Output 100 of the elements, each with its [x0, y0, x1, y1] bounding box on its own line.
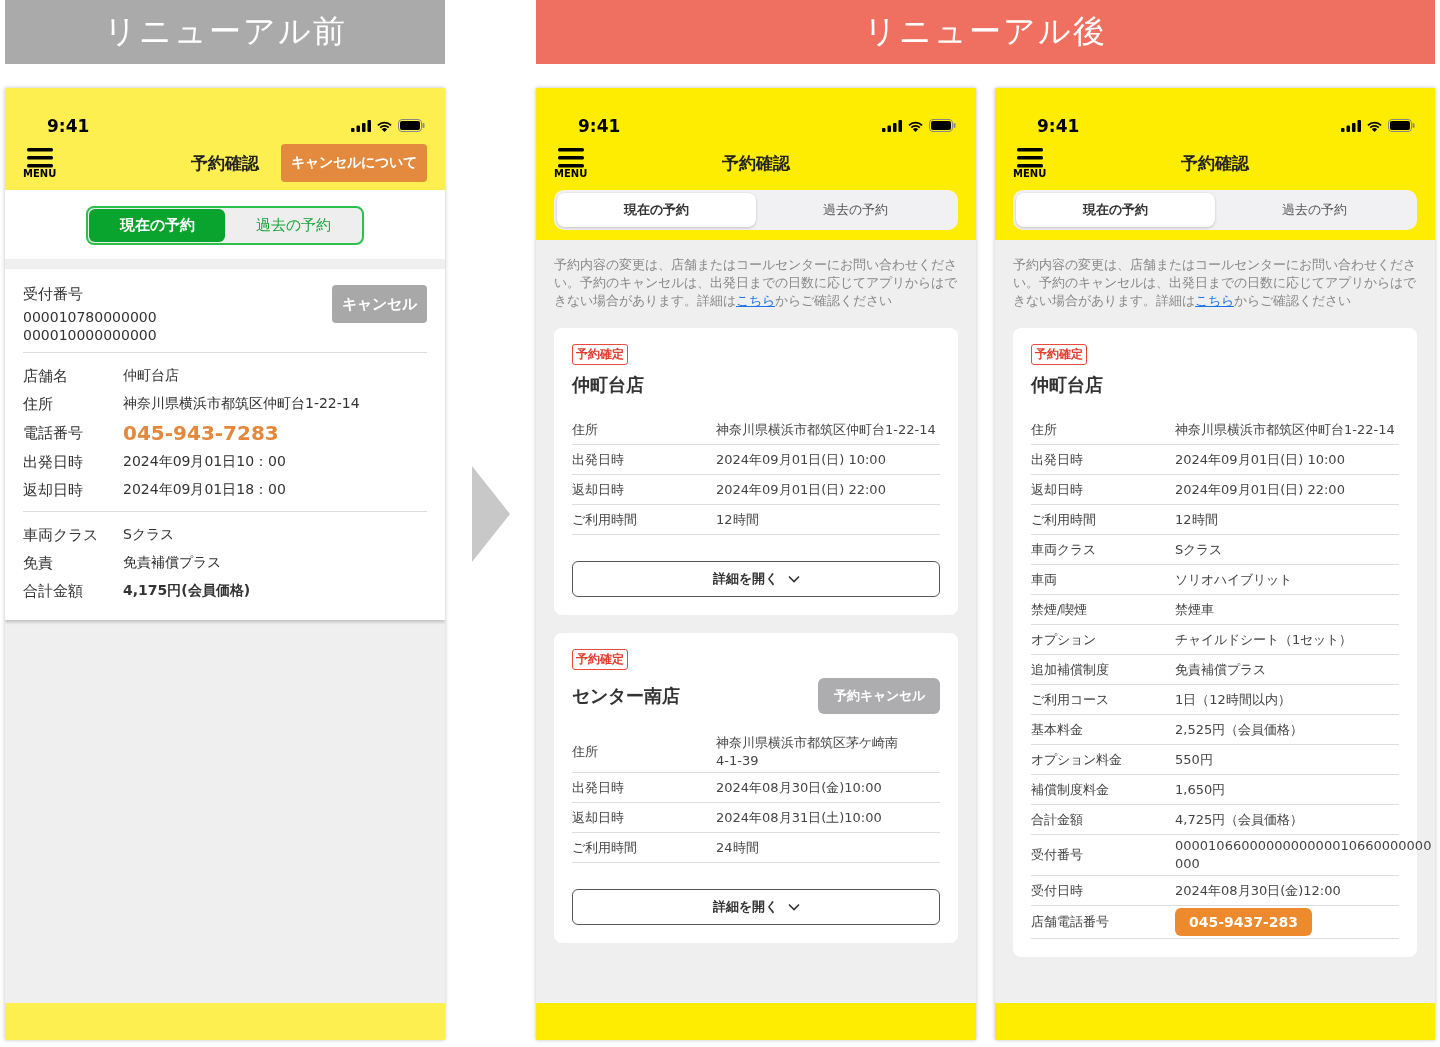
field-label: ご利用時間 — [1031, 510, 1097, 529]
field-value: 禁煙車 — [1175, 600, 1214, 619]
field-value: 神奈川県横浜市都筑区茅ケ崎南 4-1-39 — [716, 734, 898, 770]
field-label: 受付日時 — [1031, 881, 1084, 900]
field-value: 免責補償プラス — [123, 554, 221, 572]
details-link[interactable]: こちら — [1195, 293, 1234, 308]
menu-button[interactable]: MENU — [1013, 147, 1047, 179]
status-tag: 予約確定 — [572, 344, 628, 365]
receipt-number: 000010000000000 — [23, 326, 157, 344]
battery-icon — [929, 119, 956, 132]
field-value: 2024年09月01日(日) 22:00 — [1175, 480, 1345, 499]
expand-button[interactable]: 詳細を開く — [572, 561, 940, 597]
field-label: 出発日時 — [572, 778, 625, 797]
field-label: 免責 — [23, 553, 54, 573]
field-value: 神奈川県横浜市都筑区仲町台1-22-14 — [123, 395, 360, 413]
menu-button[interactable]: MENU — [554, 147, 588, 179]
field-label: 店舗電話番号 — [1031, 913, 1110, 931]
menu-icon — [26, 147, 53, 168]
field-label: 合計金額 — [23, 581, 84, 601]
field-label: 車両クラス — [1031, 540, 1097, 559]
battery-icon — [398, 119, 425, 132]
wifi-icon — [1366, 119, 1383, 132]
field-label: 電話番号 — [23, 423, 84, 443]
field-label: 補償制度料金 — [1031, 780, 1110, 799]
page-title: 予約確認 — [1181, 151, 1249, 175]
field-label: 受付番号 — [1031, 846, 1084, 864]
field-value: 2024年09月01日(日) 10:00 — [1175, 450, 1345, 469]
store-name: センター南店 — [572, 684, 680, 708]
expand-button[interactable]: 詳細を開く — [572, 889, 940, 925]
field-value: Sクラス — [123, 526, 174, 544]
field-value: 神奈川県横浜市都筑区仲町台1-22-14 — [1175, 420, 1395, 439]
status-tag: 予約確定 — [572, 649, 628, 670]
field-value: 2024年08月31日(土)10:00 — [716, 808, 882, 827]
field-value: 12時間 — [1175, 510, 1218, 529]
store-name: 仲町台店 — [1031, 373, 1103, 397]
status-time: 9:41 — [47, 116, 90, 136]
field-label: 基本料金 — [1031, 720, 1084, 739]
section-banner: リニューアル後 — [536, 0, 1435, 64]
receipt-number: 000010780000000 — [23, 308, 157, 326]
field-label: 出発日時 — [1031, 450, 1084, 469]
field-label: ご利用時間 — [572, 510, 638, 529]
menu-icon — [557, 147, 584, 168]
field-value: 4,175円(会員価格) — [123, 582, 251, 600]
field-label: 車両クラス — [23, 525, 99, 545]
field-label: 禁煙/喫煙 — [1031, 600, 1089, 619]
tab[interactable]: 過去の予約 — [756, 193, 955, 227]
field-label: 返却日時 — [1031, 480, 1084, 499]
page-title: 予約確認 — [191, 151, 259, 175]
field-label: 住所 — [572, 743, 599, 761]
chevron-down-icon — [787, 903, 800, 911]
field-label: 合計金額 — [1031, 810, 1084, 829]
tab[interactable]: 現在の予約 — [557, 193, 756, 227]
field-value: ソリオハイブリット — [1175, 570, 1292, 589]
field-value: 4,725円（会員価格） — [1175, 810, 1304, 829]
field-value: 2024年09月01日10：00 — [123, 453, 286, 471]
field-value: 2,525円（会員価格） — [1175, 720, 1304, 739]
field-label: 住所 — [572, 420, 599, 439]
field-label: 返却日時 — [23, 480, 84, 500]
field-value: 550円 — [1175, 750, 1213, 769]
field-value: 1日（12時間以内） — [1175, 690, 1291, 709]
tab[interactable]: 過去の予約 — [1215, 193, 1414, 227]
field-value: Sクラス — [1175, 540, 1223, 559]
page-title: 予約確認 — [722, 151, 790, 175]
status-time: 9:41 — [1037, 116, 1080, 136]
signal-icon — [1341, 119, 1361, 132]
field-label: ご利用時間 — [572, 838, 638, 857]
field-label: 住所 — [1031, 420, 1058, 439]
field-label: ご利用コース — [1031, 690, 1110, 709]
signal-icon — [882, 119, 902, 132]
field-value: 2024年08月30日(金)10:00 — [716, 778, 882, 797]
menu-button[interactable]: MENU — [23, 147, 57, 179]
tab[interactable]: 現在の予約 — [1016, 193, 1215, 227]
field-value: 2024年09月01日(日) 22:00 — [716, 480, 886, 499]
notice-text: 予約内容の変更は、店舗またはコールセンターにお問い合わせください。予約のキャンセルは、出発日までの日数に応じてアプリからはできない場合があります。詳細はこちらからご確認ください — [554, 256, 958, 310]
field-label: 住所 — [23, 394, 54, 414]
details-link[interactable]: こちら — [736, 293, 775, 308]
field-value: 2024年09月01日(日) 10:00 — [716, 450, 886, 469]
field-label: オプション — [1031, 630, 1097, 649]
field-label: 返却日時 — [572, 808, 625, 827]
receipt-label: 受付番号 — [23, 285, 84, 304]
field-value: チャイルドシート（1セット） — [1175, 630, 1353, 649]
status-time: 9:41 — [578, 116, 621, 136]
store-name: 仲町台店 — [572, 373, 644, 397]
notice-text: 予約内容の変更は、店舗またはコールセンターにお問い合わせください。予約のキャンセルは、出発日までの日数に応じてアプリからはできない場合があります。詳細はこちらからご確認ください — [1013, 256, 1417, 310]
field-value: 0000106600000000000010660000000 000 — [1175, 837, 1432, 873]
wifi-icon — [376, 119, 393, 132]
field-value: 神奈川県横浜市都筑区仲町台1-22-14 — [716, 420, 936, 439]
field-value: 1,650円 — [1175, 780, 1226, 799]
field-value: 2024年08月30日(金)12:00 — [1175, 881, 1341, 900]
field-value: 免責補償プラス — [1175, 660, 1266, 679]
menu-icon — [1016, 147, 1043, 168]
status-tag: 予約確定 — [1031, 344, 1087, 365]
field-value: 12時間 — [716, 510, 759, 529]
field-value: 仲町台店 — [123, 367, 179, 385]
chevron-down-icon — [787, 575, 800, 583]
field-label: 出発日時 — [23, 452, 84, 472]
field-label: 返却日時 — [572, 480, 625, 499]
battery-icon — [1388, 119, 1415, 132]
field-label: 出発日時 — [572, 450, 625, 469]
signal-icon — [351, 119, 371, 132]
